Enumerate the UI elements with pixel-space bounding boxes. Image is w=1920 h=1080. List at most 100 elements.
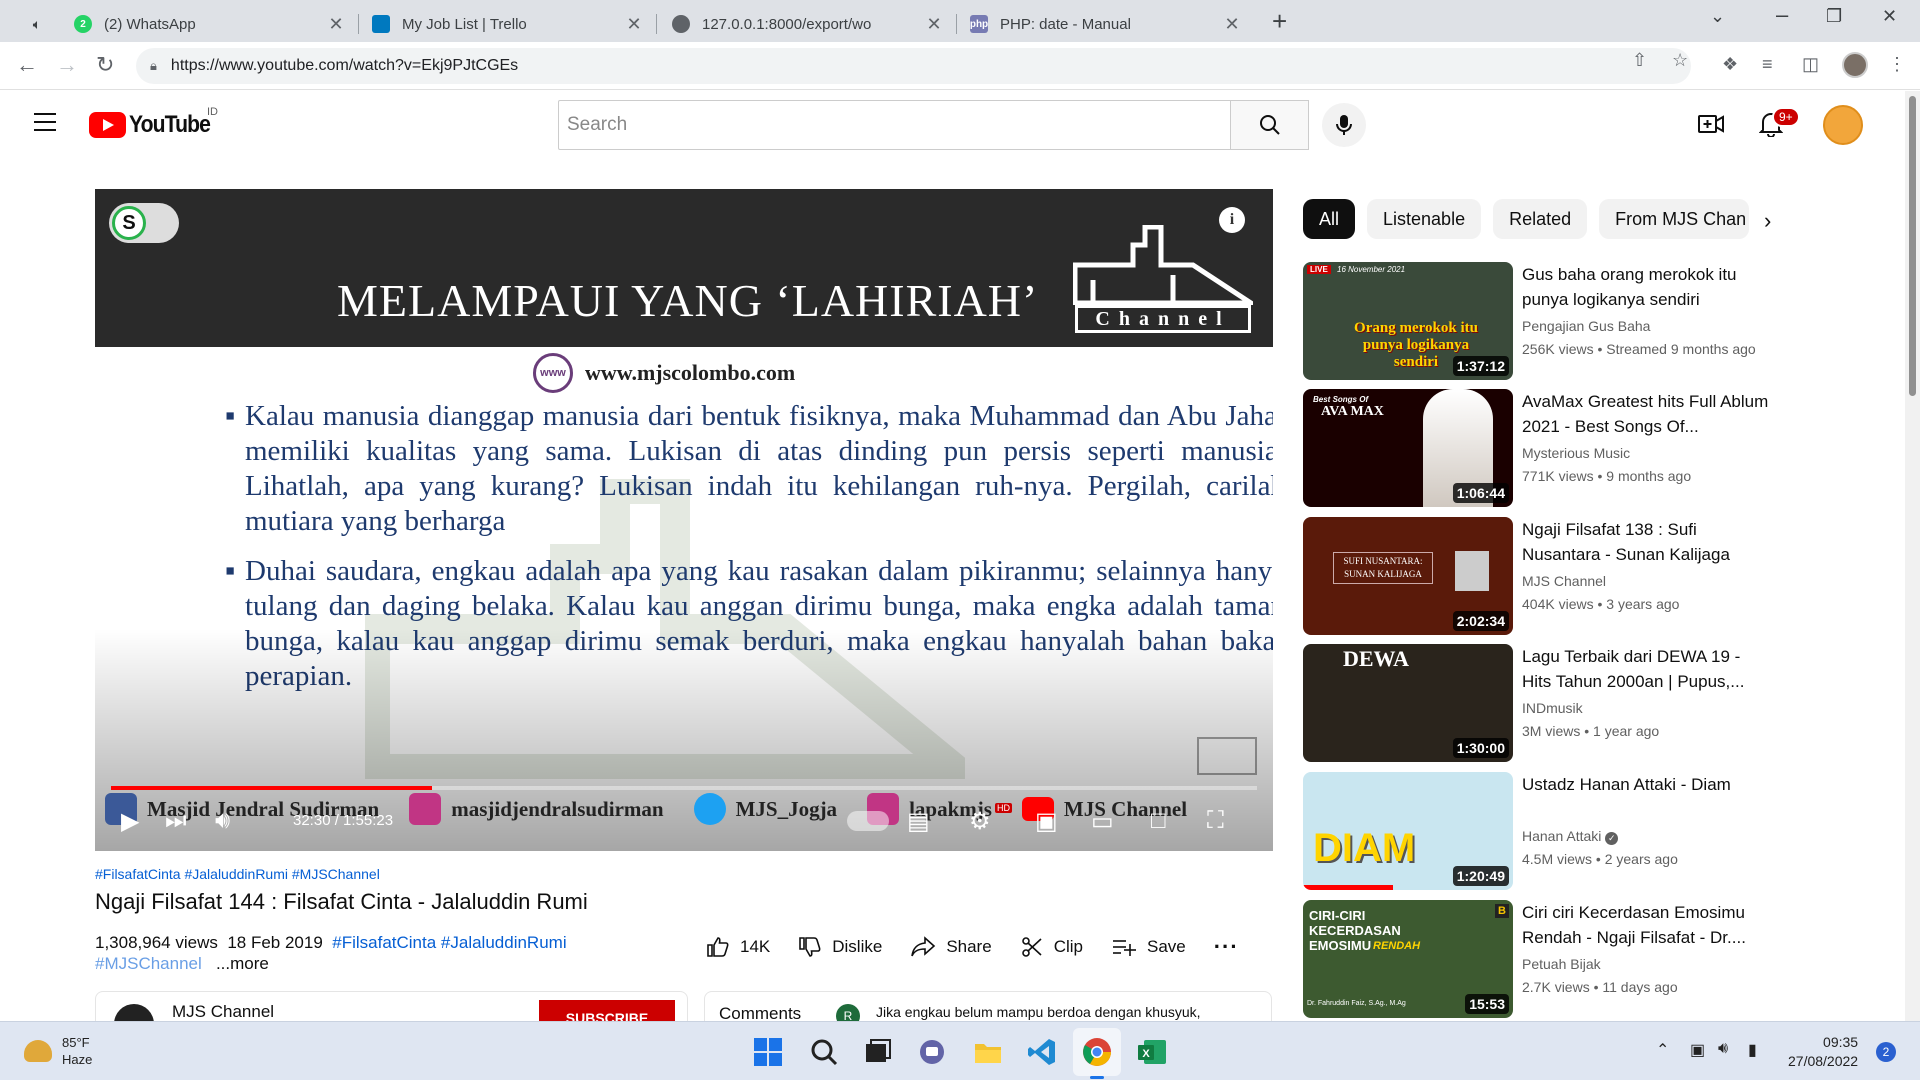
tab-whatsapp[interactable]: 2 (2) WhatsApp ✕ — [62, 6, 358, 42]
address-bar[interactable]: 🔒︎ https://www.youtube.com/watch?v=Ekj9P… — [136, 48, 1691, 84]
tab-php-manual[interactable]: php PHP: date - Manual ✕ — [958, 6, 1254, 42]
miniplayer-icon[interactable]: ▣ — [1035, 807, 1058, 836]
scrollbar-thumb[interactable] — [1909, 96, 1916, 396]
cast-icon[interactable]: □ — [1151, 807, 1166, 835]
recommendation-title[interactable]: Ngaji Filsafat 138 : Sufi Nusantara - Su… — [1522, 517, 1772, 567]
comments-teaser[interactable]: Comments R Jika engkau belum mampu berdo… — [704, 991, 1272, 1021]
notification-count-badge[interactable]: 2 — [1876, 1042, 1896, 1062]
recommendation-channel[interactable]: INDmusik — [1522, 700, 1583, 716]
chip-all[interactable]: All — [1303, 199, 1356, 239]
chevron-up-icon[interactable]: ⌃ — [1656, 1040, 1669, 1060]
back-arrow-icon[interactable]: ← — [16, 52, 38, 78]
like-button[interactable]: 14K — [706, 935, 770, 959]
close-tab-icon[interactable]: ✕ — [1222, 14, 1242, 35]
show-more-link[interactable]: ...more — [216, 954, 269, 973]
video-player[interactable]: S MELAMPAUI YANG ‘LAHIRIAH’ Channel i ww… — [95, 189, 1273, 851]
description-hashtag-2[interactable]: #MJSChannel — [95, 954, 202, 973]
theater-mode-icon[interactable]: ▭ — [1091, 807, 1114, 836]
recommendation-item[interactable]: CIRI-CIRI KECERDASAN EMOSIMU RENDAH B Dr… — [1303, 900, 1893, 1018]
autoplay-toggle[interactable] — [847, 811, 889, 831]
close-tab-icon[interactable]: ✕ — [624, 14, 644, 35]
video-thumbnail[interactable]: Best Songs Of AVA MAX 1:06:44 — [1303, 389, 1513, 507]
recommendation-channel[interactable]: Mysterious Music — [1522, 445, 1630, 461]
forward-arrow-icon[interactable]: → — [56, 52, 78, 78]
recommendation-title[interactable]: Gus baha orang merokok itu punya logikan… — [1522, 262, 1772, 312]
minimize-button[interactable]: – — [1776, 2, 1788, 28]
clip-button[interactable]: Clip — [1020, 935, 1083, 959]
recommendation-item[interactable]: SUFI NUSANTARA: SUNAN KALIJAGA 2:02:34 N… — [1303, 517, 1893, 635]
maximize-button[interactable]: ❐ — [1826, 6, 1842, 27]
subscribe-button[interactable]: SUBSCRIBE — [539, 1000, 675, 1021]
chip-listenable[interactable]: Listenable — [1367, 199, 1482, 239]
next-video-button[interactable]: ⏭︎ — [165, 807, 187, 835]
chip-related[interactable]: Related — [1493, 199, 1588, 239]
profile-avatar[interactable] — [1842, 52, 1868, 78]
reading-list-icon[interactable]: ≡ — [1762, 54, 1773, 75]
recommendation-title[interactable]: Ciri ciri Kecerdasan Emosimu Rendah - Ng… — [1522, 900, 1772, 950]
reload-icon[interactable]: ↻ — [96, 52, 114, 78]
info-icon[interactable]: i — [1219, 207, 1245, 233]
description-hashtags[interactable]: #FilsafatCinta #JalaluddinRumi — [332, 933, 566, 952]
video-thumbnail[interactable]: SUFI NUSANTARA: SUNAN KALIJAGA 2:02:34 — [1303, 517, 1513, 635]
volume-icon[interactable]: 🔊︎ — [215, 807, 230, 835]
search-button[interactable] — [1230, 100, 1309, 150]
recommendation-item[interactable]: DIAM 1:20:49 Ustadz Hanan Attaki - Diam … — [1303, 772, 1893, 890]
recommendation-title[interactable]: Ustadz Hanan Attaki - Diam — [1522, 772, 1772, 797]
share-button[interactable]: Share — [910, 935, 992, 959]
channel-name[interactable]: MJS Channel — [172, 1002, 274, 1021]
share-icon[interactable]: ⇧ — [1632, 50, 1647, 71]
hamburger-menu-icon[interactable] — [34, 113, 56, 131]
dislike-button[interactable]: Dislike — [798, 935, 882, 959]
audio-playing-tab[interactable]: 🔈︎ — [8, 6, 66, 42]
video-hashtags[interactable]: #FilsafatCinta #JalaluddinRumi #MJSChann… — [95, 866, 380, 882]
recommendation-item[interactable]: DEWA 1:30:00 Lagu Terbaik dari DEWA 19 -… — [1303, 644, 1893, 762]
page-scrollbar[interactable] — [1905, 91, 1920, 1021]
close-window-button[interactable]: ✕ — [1882, 6, 1897, 27]
teams-chat-icon[interactable] — [916, 1036, 948, 1068]
fullscreen-icon[interactable]: ⛶ — [1207, 807, 1224, 835]
recommendation-item[interactable]: LIVE 16 November 2021 Orang merokok itu … — [1303, 262, 1893, 380]
video-thumbnail[interactable]: DIAM 1:20:49 — [1303, 772, 1513, 890]
youtube-logo[interactable]: YouTube ID — [89, 106, 221, 139]
side-panel-icon[interactable]: ◫ — [1802, 54, 1819, 75]
video-thumbnail[interactable]: DEWA 1:30:00 — [1303, 644, 1513, 762]
settings-gear-icon[interactable]: ⚙︎ — [969, 807, 991, 836]
recommendation-title[interactable]: AvaMax Greatest hits Full Ablum 2021 - B… — [1522, 389, 1772, 439]
volume-icon[interactable]: 🔊︎ — [1718, 1040, 1728, 1058]
search-input[interactable]: Search — [558, 100, 1231, 150]
subtitles-icon[interactable]: ▤ — [907, 807, 930, 836]
vscode-icon[interactable] — [1026, 1036, 1058, 1068]
recommendation-title[interactable]: Lagu Terbaik dari DEWA 19 - Hits Tahun 2… — [1522, 644, 1772, 694]
chip-from-channel[interactable]: From MJS Chan — [1599, 199, 1750, 239]
video-thumbnail[interactable]: LIVE 16 November 2021 Orang merokok itu … — [1303, 262, 1513, 380]
play-button[interactable]: ▶ — [121, 807, 139, 836]
extensions-icon[interactable]: ❖ — [1722, 54, 1738, 75]
excel-icon[interactable]: X — [1136, 1036, 1168, 1068]
tab-localhost[interactable]: 127.0.0.1:8000/export/wo ✕ — [660, 6, 956, 42]
recommendation-channel[interactable]: Hanan Attaki ✓ — [1522, 828, 1619, 845]
create-video-icon[interactable] — [1697, 111, 1725, 137]
extension-toggle[interactable]: S — [109, 203, 179, 243]
file-explorer-icon[interactable] — [972, 1036, 1004, 1068]
lock-icon[interactable]: 🔒︎ — [150, 58, 157, 74]
video-description-snippet[interactable]: 1,308,964 views 18 Feb 2019 #FilsafatCin… — [95, 932, 625, 974]
search-icon[interactable] — [808, 1036, 840, 1068]
more-actions-icon[interactable]: ··· — [1214, 934, 1239, 960]
recommendation-channel[interactable]: MJS Channel — [1522, 573, 1606, 589]
video-thumbnail[interactable]: CIRI-CIRI KECERDASAN EMOSIMU RENDAH B Dr… — [1303, 900, 1513, 1018]
task-view-icon[interactable] — [862, 1036, 894, 1068]
system-clock[interactable]: 09:35 27/08/2022 — [1788, 1033, 1858, 1071]
new-tab-button[interactable]: + — [1272, 8, 1287, 34]
account-avatar[interactable] — [1823, 105, 1863, 145]
windows-start-icon[interactable] — [752, 1036, 784, 1068]
bookmark-star-icon[interactable]: ☆ — [1672, 50, 1688, 71]
tab-trello[interactable]: My Job List | Trello ✕ — [360, 6, 656, 42]
recommendation-channel[interactable]: Petuah Bijak — [1522, 956, 1601, 972]
url-text[interactable]: https://www.youtube.com/watch?v=Ekj9PJtC… — [171, 57, 518, 75]
chevron-right-icon[interactable]: › — [1764, 208, 1771, 234]
battery-icon[interactable]: ▮ — [1748, 1040, 1757, 1060]
recommendation-item[interactable]: Best Songs Of AVA MAX 1:06:44 AvaMax Gre… — [1303, 389, 1893, 507]
network-icon[interactable]: ▣ — [1690, 1040, 1705, 1060]
tab-search-chevron-icon[interactable]: ⌄ — [1710, 6, 1725, 27]
menu-kebab-icon[interactable]: ⋮ — [1888, 54, 1906, 75]
